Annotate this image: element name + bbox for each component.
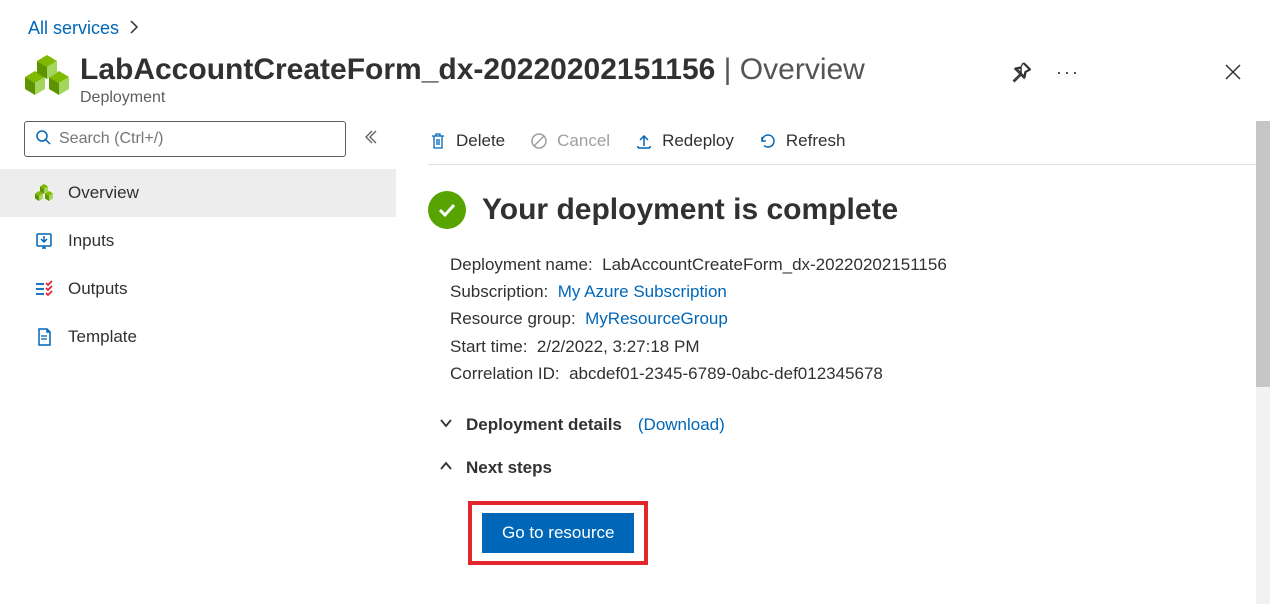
close-icon[interactable] [1224, 63, 1242, 81]
correlation-id-value: abcdef01-2345-6789-0abc-def012345678 [569, 364, 883, 383]
sidebar-item-outputs[interactable]: Outputs [24, 265, 396, 313]
search-input[interactable] [59, 130, 335, 148]
status-row: Your deployment is complete [428, 191, 1256, 229]
refresh-button[interactable]: Refresh [758, 131, 846, 151]
sidebar-item-label: Outputs [68, 279, 128, 299]
collapse-sidebar-icon[interactable] [362, 129, 386, 150]
breadcrumb: All services [0, 0, 1270, 49]
toolbar: Delete Cancel Redeploy Refresh [428, 121, 1256, 165]
start-time-value: 2/2/2022, 3:27:18 PM [537, 337, 700, 356]
highlight-annotation: Go to resource [468, 501, 648, 565]
deployment-name-label: Deployment name: [450, 251, 593, 278]
start-time-label: Start time: [450, 333, 527, 360]
success-check-icon [428, 191, 466, 229]
download-link[interactable]: (Download) [638, 415, 725, 435]
redeploy-icon [634, 131, 654, 151]
subscription-link[interactable]: My Azure Subscription [558, 282, 727, 301]
chevron-right-icon [129, 20, 139, 37]
cubes-icon [34, 183, 54, 203]
more-icon[interactable]: ··· [1056, 62, 1080, 83]
deployment-name-value: LabAccountCreateForm_dx-20220202151156 [602, 255, 947, 274]
cancel-button: Cancel [529, 131, 610, 151]
sidebar-item-overview[interactable]: Overview [0, 169, 396, 217]
outputs-icon [34, 279, 54, 299]
page-title: LabAccountCreateForm_dx-20220202151156 |… [80, 53, 1010, 87]
delete-icon [428, 131, 448, 151]
correlation-id-label: Correlation ID: [450, 360, 560, 387]
page-header: LabAccountCreateForm_dx-20220202151156 |… [0, 49, 1270, 121]
chevron-down-icon [438, 415, 454, 436]
scrollbar[interactable] [1256, 121, 1270, 604]
resource-group-label: Resource group: [450, 305, 576, 332]
search-input-container[interactable] [24, 121, 346, 157]
sidebar-item-label: Inputs [68, 231, 114, 251]
refresh-icon [758, 131, 778, 151]
breadcrumb-all-services[interactable]: All services [28, 18, 119, 39]
scrollbar-thumb[interactable] [1256, 121, 1270, 387]
sidebar-item-template[interactable]: Template [24, 313, 396, 361]
pin-icon[interactable] [1010, 61, 1032, 83]
delete-button[interactable]: Delete [428, 131, 505, 151]
subscription-label: Subscription: [450, 278, 548, 305]
status-heading: Your deployment is complete [482, 193, 898, 227]
main-content: Delete Cancel Redeploy Refresh [396, 121, 1270, 604]
sidebar: Overview Inputs Outputs Template [0, 121, 396, 604]
next-steps-toggle[interactable]: Next steps [438, 458, 1256, 479]
resource-group-link[interactable]: MyResourceGroup [585, 309, 728, 328]
redeploy-button[interactable]: Redeploy [634, 131, 734, 151]
chevron-up-icon [438, 458, 454, 479]
go-to-resource-button[interactable]: Go to resource [482, 513, 634, 553]
deployment-name: LabAccountCreateForm_dx-20220202151156 [80, 53, 715, 86]
sidebar-item-inputs[interactable]: Inputs [24, 217, 396, 265]
cancel-icon [529, 131, 549, 151]
template-icon [34, 327, 54, 347]
deployment-cubes-icon [24, 53, 70, 99]
title-suffix: | Overview [715, 53, 865, 86]
page-subtitle: Deployment [80, 89, 1010, 107]
sidebar-item-label: Overview [68, 183, 139, 203]
search-icon [35, 129, 51, 150]
sidebar-item-label: Template [68, 327, 137, 347]
deployment-details-block: Deployment name: LabAccountCreateForm_dx… [450, 251, 1256, 387]
deployment-details-toggle[interactable]: Deployment details (Download) [438, 415, 1256, 436]
inputs-icon [34, 231, 54, 251]
